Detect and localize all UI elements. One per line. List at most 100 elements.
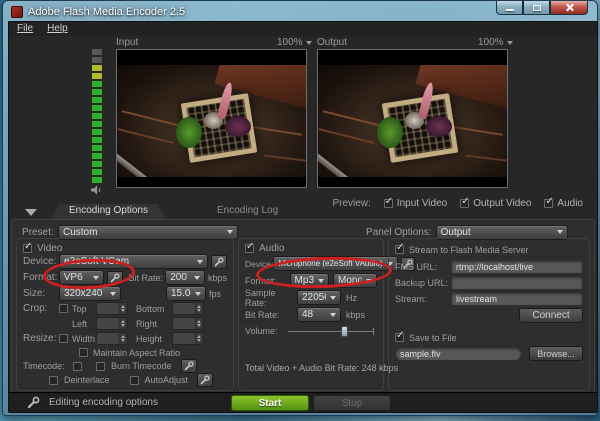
video-bitrate-unit: kbps [208, 273, 227, 283]
scene-rail [322, 110, 385, 127]
crop-checkbox[interactable] [59, 304, 68, 313]
wrench-icon [110, 273, 120, 283]
total-bitrate-text: Total Video + Audio Bit Rate: 248 kbps [245, 363, 398, 373]
crop-right-stepper[interactable] [172, 317, 204, 330]
speaker-icon[interactable] [91, 185, 103, 198]
autoadjust-settings-button[interactable] [197, 373, 213, 387]
audio-samplerate-unit: Hz [346, 293, 357, 303]
stop-button[interactable]: Stop [313, 395, 391, 411]
burn-timecode-checkbox[interactable] [96, 362, 105, 371]
timecode-label: Timecode: [23, 361, 67, 371]
slider-handle[interactable] [341, 326, 348, 337]
chevron-down-icon [227, 230, 233, 237]
maximize-button[interactable] [523, 1, 550, 15]
volume-slider[interactable] [288, 325, 374, 337]
tab-encoding-log[interactable]: Encoding Log [199, 204, 296, 219]
resize-label: Resize: [23, 333, 55, 344]
checkbox-icon [23, 244, 32, 253]
chevron-down-icon [557, 230, 563, 237]
scene-input [117, 65, 306, 177]
chevron-down-icon [110, 292, 116, 299]
close-icon [565, 3, 574, 12]
video-bitrate-dropdown[interactable]: 200 [165, 270, 205, 285]
stream-to-fms[interactable]: Stream to Flash Media Server [395, 242, 583, 257]
audio-level-meter [92, 49, 102, 183]
audio-channels-dropdown[interactable]: Mono [333, 273, 377, 288]
menu-help[interactable]: Help [47, 23, 68, 35]
scene-figure-purple [426, 116, 452, 137]
video-section: Video Device: e2eSoft VCam Format: VP6 [16, 238, 234, 391]
crop-right-label: Right [136, 319, 168, 329]
maintain-aspect-ratio[interactable]: Maintain Aspect Ratio [23, 346, 227, 359]
output-file-input[interactable] [395, 347, 522, 361]
scene-figure-purple [225, 116, 251, 137]
input-video-preview [116, 49, 307, 188]
tab-encoding-options[interactable]: Encoding Options [51, 204, 166, 219]
chevron-down-icon [306, 41, 312, 48]
crop-bottom-stepper[interactable] [172, 302, 204, 315]
audio-samplerate-label: Sample Rate: [245, 288, 297, 308]
output-preview-label: Output [317, 37, 347, 48]
crop-top-stepper[interactable] [96, 302, 128, 315]
crop-label: Crop: [23, 303, 55, 314]
crop-bottom-label: Bottom [136, 304, 168, 314]
video-format-settings-button[interactable] [107, 271, 123, 285]
video-format-dropdown[interactable]: VP6 [59, 270, 105, 285]
input-preview-label: Input [116, 37, 138, 48]
audio-bitrate-dropdown[interactable]: 48 [297, 307, 341, 322]
title-bar[interactable]: Adobe Flash Media Encoder 2.5 [6, 1, 594, 20]
scene-rail [118, 128, 173, 144]
minimize-button[interactable] [496, 1, 523, 15]
video-device-settings-button[interactable] [211, 255, 227, 269]
chevron-down-icon [318, 279, 324, 286]
audio-section: Audio Device: Microphone (e2eSoft VAudio… [238, 238, 384, 391]
video-size-dropdown[interactable]: 320x240 [59, 286, 121, 301]
scene-rail [121, 110, 184, 127]
connect-button[interactable]: Connect [519, 308, 583, 323]
meter-green-segments [92, 81, 102, 183]
encoding-options-panel: Preset: Custom Panel Options: Output Vid… [11, 219, 595, 394]
audio-device-dropdown[interactable]: Microphone (e2eSoft VAudio) [273, 256, 397, 271]
video-fps-dropdown[interactable]: 15.00 [166, 286, 206, 301]
browse-button[interactable]: Browse... [529, 346, 583, 361]
timecode-settings-button[interactable] [181, 359, 197, 373]
app-window: Adobe Flash Media Encoder 2.5 File Help … [2, 0, 598, 416]
minimize-icon [506, 9, 514, 11]
resize-checkbox[interactable] [59, 334, 68, 343]
input-zoom-dropdown[interactable]: 100% [277, 37, 312, 48]
video-enable[interactable]: Video [23, 242, 227, 254]
video-device-dropdown[interactable]: e2eSoft VCam [59, 254, 208, 269]
output-zoom-dropdown[interactable]: 100% [478, 37, 513, 48]
video-device-label: Device: [23, 256, 59, 267]
scene-rail [319, 128, 374, 144]
status-wrench-icon [25, 396, 41, 410]
chevron-down-icon [195, 292, 201, 299]
backup-url-label: Backup URL: [395, 278, 451, 288]
tab-bar: Encoding Options Encoding Log [9, 204, 597, 219]
audio-format-dropdown[interactable]: Mp3 [290, 273, 329, 288]
fms-url-input[interactable] [451, 260, 583, 274]
start-button[interactable]: Start [231, 395, 309, 411]
crop-left-stepper[interactable] [96, 317, 128, 330]
timecode-checkbox[interactable] [73, 362, 82, 371]
resize-width-label: Width [72, 334, 92, 344]
resize-height-stepper[interactable] [172, 332, 204, 345]
status-bar: Editing encoding options Start Stop [9, 392, 597, 412]
scene-figure-green [176, 117, 202, 148]
save-to-file[interactable]: Save to File [395, 330, 583, 345]
chevron-down-icon [330, 296, 336, 303]
autoadjust-checkbox[interactable] [130, 376, 139, 385]
chevron-down-icon [330, 313, 336, 320]
close-button[interactable] [550, 1, 588, 15]
resize-width-stepper[interactable] [96, 332, 128, 345]
backup-url-input[interactable] [451, 276, 583, 290]
stream-name-input[interactable] [451, 292, 583, 306]
autoadjust-label: AutoAdjust [145, 375, 189, 385]
burn-timecode-label: Burn Timecode [111, 361, 172, 371]
deinterlace-checkbox[interactable] [49, 376, 58, 385]
chevron-down-icon [507, 41, 513, 48]
audio-samplerate-dropdown[interactable]: 22050 [297, 290, 341, 305]
audio-enable[interactable]: Audio [245, 242, 377, 255]
menu-file[interactable]: File [17, 23, 33, 35]
scene-rail [454, 126, 503, 136]
